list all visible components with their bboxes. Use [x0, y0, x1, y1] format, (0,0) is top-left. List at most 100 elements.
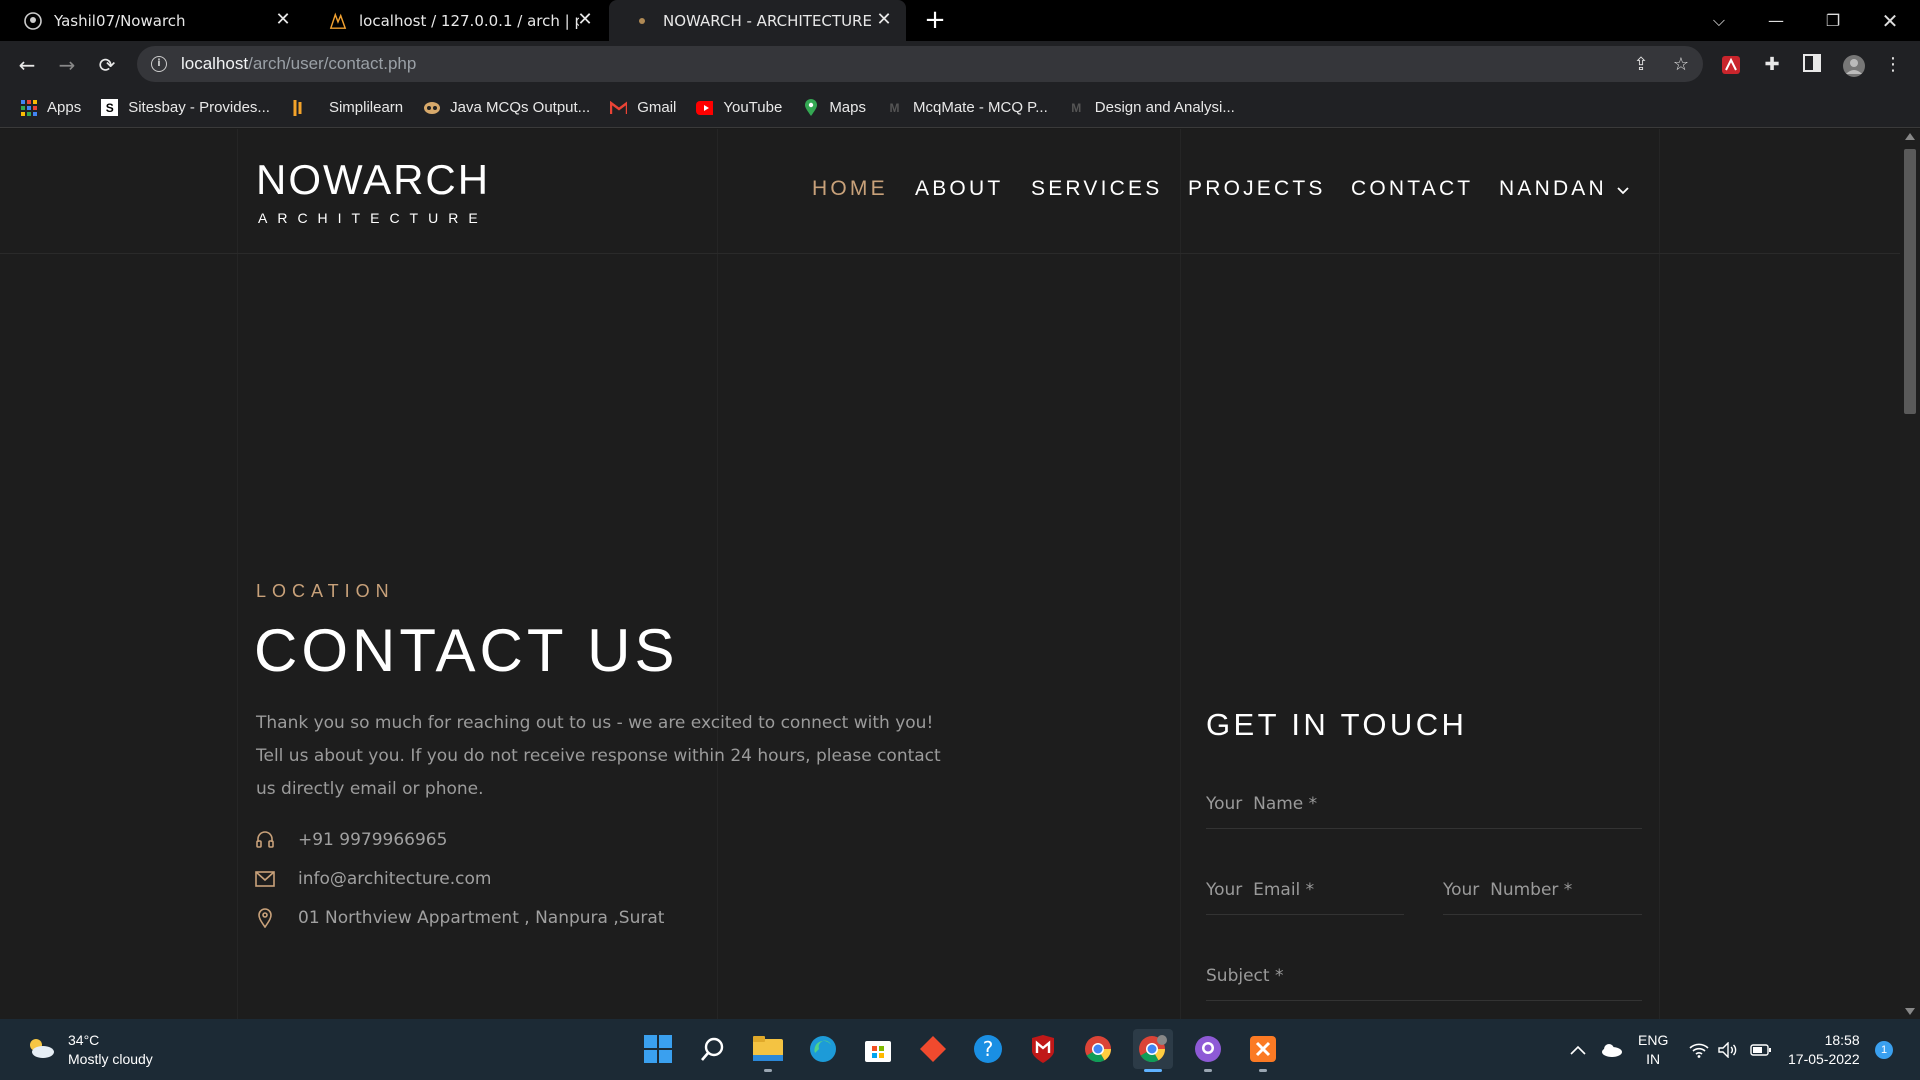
weather-widget[interactable]: 34°C Mostly cloudy — [26, 1031, 153, 1069]
chrome-icon[interactable] — [1078, 1029, 1118, 1069]
nav-contact[interactable]: CONTACT — [1351, 177, 1473, 201]
help-icon[interactable]: ? — [968, 1029, 1008, 1069]
youtube-icon — [696, 99, 714, 116]
sitesbay-icon: S — [101, 99, 119, 116]
xampp-icon[interactable] — [1243, 1029, 1283, 1072]
nav-about[interactable]: ABOUT — [915, 177, 1003, 201]
restore-button[interactable]: ❐ — [1807, 0, 1859, 41]
scroll-down-arrow-icon[interactable] — [1905, 1008, 1915, 1015]
wifi-icon[interactable] — [1689, 1019, 1709, 1080]
name-input[interactable] — [1206, 794, 1642, 814]
new-tab-button[interactable]: + — [921, 6, 949, 34]
svg-text:?: ? — [983, 1037, 994, 1061]
number-input[interactable] — [1443, 880, 1642, 900]
file-explorer-icon[interactable] — [748, 1029, 788, 1072]
kebab-menu-icon[interactable]: ⋮ — [1882, 54, 1904, 76]
mcafee-shield-icon[interactable] — [1023, 1029, 1063, 1069]
nav-home[interactable]: HOME — [812, 177, 888, 201]
clock-time: 18:58 — [1824, 1031, 1860, 1048]
logo-sub: ARCHITECTURE — [258, 210, 488, 226]
main-nav: CONTACT — [1351, 177, 1473, 201]
main-nav: PROJECTS — [1188, 177, 1326, 201]
number-field[interactable] — [1443, 867, 1642, 915]
bookmark-java-mcqs[interactable]: Java MCQs Output... — [423, 99, 590, 116]
battery-icon[interactable] — [1750, 1019, 1772, 1080]
contact-address: 01 Northview Appartment , Nanpura ,Surat — [254, 907, 664, 929]
browser-tab-phpmyadmin[interactable]: localhost / 127.0.0.1 / arch | phpMyAdmi… — [305, 0, 607, 41]
page-title: CONTACT US — [254, 617, 679, 684]
side-panel-icon[interactable] — [1801, 54, 1823, 76]
scroll-up-arrow-icon[interactable] — [1905, 133, 1915, 140]
close-tab-icon[interactable]: ✕ — [577, 11, 593, 29]
minimize-button[interactable]: — — [1750, 0, 1802, 41]
reload-icon[interactable]: ⟳ — [92, 50, 122, 80]
git-diamond-icon[interactable] — [913, 1029, 953, 1069]
simplilearn-icon — [290, 99, 307, 116]
chrome-profile-icon[interactable] — [1133, 1029, 1173, 1072]
bookmark-gmail[interactable]: Gmail — [610, 99, 676, 116]
name-field[interactable] — [1206, 781, 1642, 829]
chevron-down-icon[interactable] — [1617, 180, 1629, 199]
nav-user-nandan[interactable]: NANDAN — [1499, 177, 1607, 201]
bookmark-maps[interactable]: Maps — [802, 98, 866, 116]
email-input[interactable] — [1206, 880, 1404, 900]
show-hidden-icons-chevron-icon[interactable] — [1570, 1019, 1586, 1080]
bookmark-simplilearn[interactable]: Simplilearn — [290, 99, 403, 116]
mcqmate-icon: M — [889, 100, 900, 115]
bookmark-design-analysis[interactable]: M Design and Analysi... — [1068, 99, 1235, 116]
tab-title: Yashil07/Nowarch — [54, 11, 186, 30]
phone-number: +91 9979966965 — [298, 830, 448, 850]
volume-icon[interactable] — [1718, 1019, 1738, 1080]
url-text[interactable]: localhost/arch/user/contact.php — [181, 54, 416, 74]
bookmark-sitesbay[interactable]: S Sitesbay - Provides... — [101, 99, 270, 116]
browser-tab-github[interactable]: Yashil07/Nowarch ✕ — [0, 0, 305, 41]
main-nav: SERVICES — [1031, 177, 1162, 201]
bookmark-star-icon[interactable]: ☆ — [1671, 55, 1691, 75]
microsoft-store-icon[interactable] — [858, 1029, 898, 1069]
scrollbar-thumb[interactable] — [1904, 149, 1916, 414]
language-code: ENG — [1638, 1031, 1669, 1048]
site-logo[interactable]: NOWARCH ARCHITECTURE — [256, 158, 490, 227]
edge-browser-icon[interactable] — [803, 1029, 843, 1069]
subject-field[interactable] — [1206, 953, 1642, 1001]
adobe-extension-icon[interactable] — [1720, 54, 1742, 76]
notification-count: 1 — [1875, 1040, 1893, 1059]
nav-services[interactable]: SERVICES — [1031, 177, 1162, 201]
bookmark-youtube[interactable]: YouTube — [696, 99, 782, 116]
maps-icon — [802, 98, 819, 116]
gmail-icon — [610, 99, 628, 116]
close-tab-icon[interactable]: ✕ — [275, 11, 291, 29]
onedrive-cloud-icon[interactable] — [1600, 1019, 1622, 1080]
bookmark-mcqmate[interactable]: M McqMate - MCQ P... — [886, 99, 1048, 116]
java-icon — [423, 99, 441, 116]
page-scrollbar[interactable] — [1900, 129, 1920, 1019]
loading-dot-icon — [633, 12, 651, 30]
forward-arrow-icon[interactable]: → — [52, 50, 82, 80]
github-desktop-icon[interactable] — [1188, 1029, 1228, 1072]
profile-avatar[interactable] — [1842, 54, 1865, 77]
address-bar[interactable]: i localhost/arch/user/contact.php ⇪ ☆ — [137, 46, 1703, 82]
clock[interactable]: 18:58 17-05-2022 — [1788, 1019, 1860, 1080]
envelope-icon — [254, 868, 276, 890]
grid-line — [237, 129, 238, 1019]
subject-input[interactable] — [1206, 966, 1642, 986]
search-icon[interactable] — [693, 1029, 733, 1069]
nav-projects[interactable]: PROJECTS — [1188, 177, 1326, 201]
contact-phone[interactable]: +91 9979966965 — [254, 829, 447, 851]
bookmark-apps[interactable]: Apps — [20, 99, 81, 116]
github-icon — [24, 11, 42, 30]
email-field[interactable] — [1206, 867, 1404, 915]
browser-tab-nowarch[interactable]: NOWARCH - ARCHITECTURE ✕ — [609, 0, 906, 41]
close-tab-icon[interactable]: ✕ — [876, 11, 892, 29]
back-arrow-icon[interactable]: ← — [12, 50, 42, 80]
site-info-icon[interactable]: i — [151, 56, 167, 72]
close-window-button[interactable]: ✕ — [1864, 0, 1916, 41]
contact-email[interactable]: info@architecture.com — [254, 868, 491, 890]
start-windows-icon[interactable] — [638, 1029, 678, 1069]
share-icon[interactable]: ⇪ — [1631, 55, 1651, 75]
extensions-puzzle-icon[interactable]: ✚ — [1761, 54, 1783, 76]
tab-search-chevron-icon[interactable]: ⌵ — [1693, 0, 1745, 41]
language-indicator[interactable]: ENG IN — [1638, 1019, 1668, 1080]
notification-badge[interactable]: 1 — [1875, 1019, 1893, 1080]
region-code: IN — [1646, 1050, 1661, 1067]
